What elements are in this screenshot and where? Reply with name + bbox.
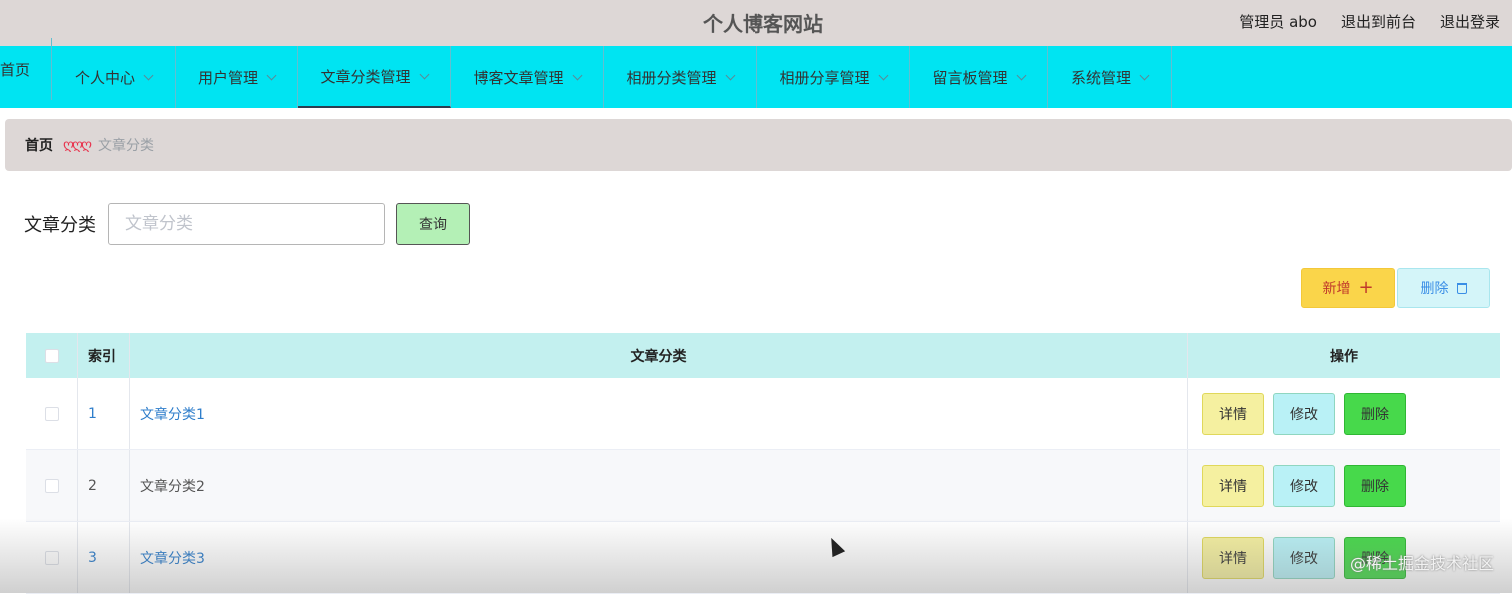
detail-button[interactable]: 详情	[1202, 536, 1264, 579]
delete-button[interactable]: 删除	[1344, 392, 1406, 435]
chevron-down-icon	[725, 70, 735, 80]
top-bar: 个人博客网站 管理员 abo 退出到前台 退出登录	[0, 0, 1512, 46]
chevron-down-icon	[419, 69, 429, 79]
nav-message-board-management[interactable]: 留言板管理	[910, 46, 1048, 108]
breadcrumb-separator-icon: ღღღ	[63, 137, 92, 153]
nav-blog-article-management[interactable]: 博客文章管理	[451, 46, 604, 108]
chevron-down-icon	[878, 70, 888, 80]
add-button[interactable]: 新增 +	[1301, 268, 1395, 308]
nav-system-management[interactable]: 系统管理	[1048, 46, 1172, 108]
nav-label: 相册分享管理	[779, 68, 870, 87]
header-category: 文章分类	[130, 333, 1188, 378]
breadcrumb: 首页 ღღღ 文章分类	[5, 119, 1512, 171]
top-right-links: 管理员 abo 退出到前台 退出登录	[1239, 11, 1500, 32]
row-category-name[interactable]: 文章分类2	[140, 476, 205, 496]
nav-label: 个人中心	[74, 68, 135, 87]
row-checkbox-cell	[26, 522, 78, 593]
query-button[interactable]: 查询	[396, 203, 470, 245]
row-checkbox-cell	[26, 450, 78, 521]
detail-button[interactable]: 详情	[1202, 392, 1264, 435]
row-ops: 详情 修改 删除	[1188, 450, 1500, 521]
plus-icon: +	[1358, 277, 1374, 298]
row-checkbox-cell	[26, 378, 78, 449]
batch-delete-label: 删除	[1420, 281, 1449, 297]
row-index: 2	[78, 450, 130, 521]
batch-delete-button[interactable]: 删除	[1397, 268, 1490, 308]
table-header: 索引 文章分类 操作	[26, 333, 1500, 378]
breadcrumb-home[interactable]: 首页	[25, 135, 53, 155]
nav-label: 留言板管理	[932, 68, 1008, 87]
edit-button[interactable]: 修改	[1273, 536, 1335, 579]
table-row: 3 文章分类3 详情 修改 删除	[26, 522, 1500, 594]
nav-label: 系统管理	[1070, 68, 1131, 87]
row-checkbox[interactable]	[44, 478, 59, 493]
chevron-down-icon	[143, 70, 154, 80]
search-input[interactable]	[108, 203, 385, 245]
breadcrumb-current: 文章分类	[98, 138, 155, 154]
nav-album-share-management[interactable]: 相册分享管理	[757, 46, 910, 108]
search-label: 文章分类	[24, 215, 96, 236]
logout-link[interactable]: 退出登录	[1440, 11, 1500, 32]
chevron-down-icon	[1016, 70, 1026, 80]
delete-button[interactable]: 删除	[1344, 464, 1406, 507]
chevron-down-icon	[266, 70, 277, 80]
data-table: 索引 文章分类 操作 1 文章分类1 详情 修改 删除 2 文章分类2 详情 修…	[26, 333, 1500, 594]
row-index: 1	[78, 378, 130, 449]
search-row: 文章分类 查询	[24, 203, 470, 245]
chevron-down-icon	[1139, 70, 1150, 80]
main-nav: 首页 个人中心 用户管理 文章分类管理 博客文章管理 相册分类管理 相册分享管理…	[0, 38, 1512, 108]
table-row: 1 文章分类1 详情 修改 删除	[26, 378, 1500, 450]
header-index: 索引	[78, 333, 130, 378]
edit-button[interactable]: 修改	[1273, 464, 1335, 507]
nav-label: 用户管理	[197, 68, 258, 87]
row-index: 3	[78, 522, 130, 593]
select-all-checkbox[interactable]	[44, 348, 59, 363]
table-row: 2 文章分类2 详情 修改 删除	[26, 450, 1500, 522]
header-ops: 操作	[1330, 348, 1358, 365]
nav-home[interactable]: 首页	[0, 38, 52, 100]
nav-label: 博客文章管理	[473, 68, 564, 87]
detail-button[interactable]: 详情	[1202, 464, 1264, 507]
row-category-name[interactable]: 文章分类3	[140, 548, 205, 568]
nav-album-category-management[interactable]: 相册分类管理	[604, 46, 757, 108]
trash-icon	[1456, 282, 1467, 294]
chevron-down-icon	[572, 70, 582, 80]
nav-article-category-management[interactable]: 文章分类管理	[298, 46, 451, 108]
exit-to-front-link[interactable]: 退出到前台	[1341, 11, 1416, 32]
header-checkbox-cell	[26, 333, 78, 378]
add-button-label: 新增	[1322, 281, 1351, 297]
admin-label: 管理员 abo	[1239, 13, 1317, 31]
nav-personal-center[interactable]: 个人中心	[52, 46, 176, 108]
row-checkbox[interactable]	[44, 550, 59, 565]
nav-label: 相册分类管理	[626, 68, 717, 87]
edit-button[interactable]: 修改	[1273, 392, 1335, 435]
nav-home-label: 首页	[0, 60, 31, 79]
nav-user-management[interactable]: 用户管理	[176, 46, 298, 108]
nav-label: 文章分类管理	[320, 67, 411, 86]
row-category-name[interactable]: 文章分类1	[140, 404, 205, 424]
row-checkbox[interactable]	[44, 406, 59, 421]
watermark: @稀土掘金技术社区	[1349, 554, 1494, 573]
row-ops: 详情 修改 删除	[1188, 378, 1500, 449]
